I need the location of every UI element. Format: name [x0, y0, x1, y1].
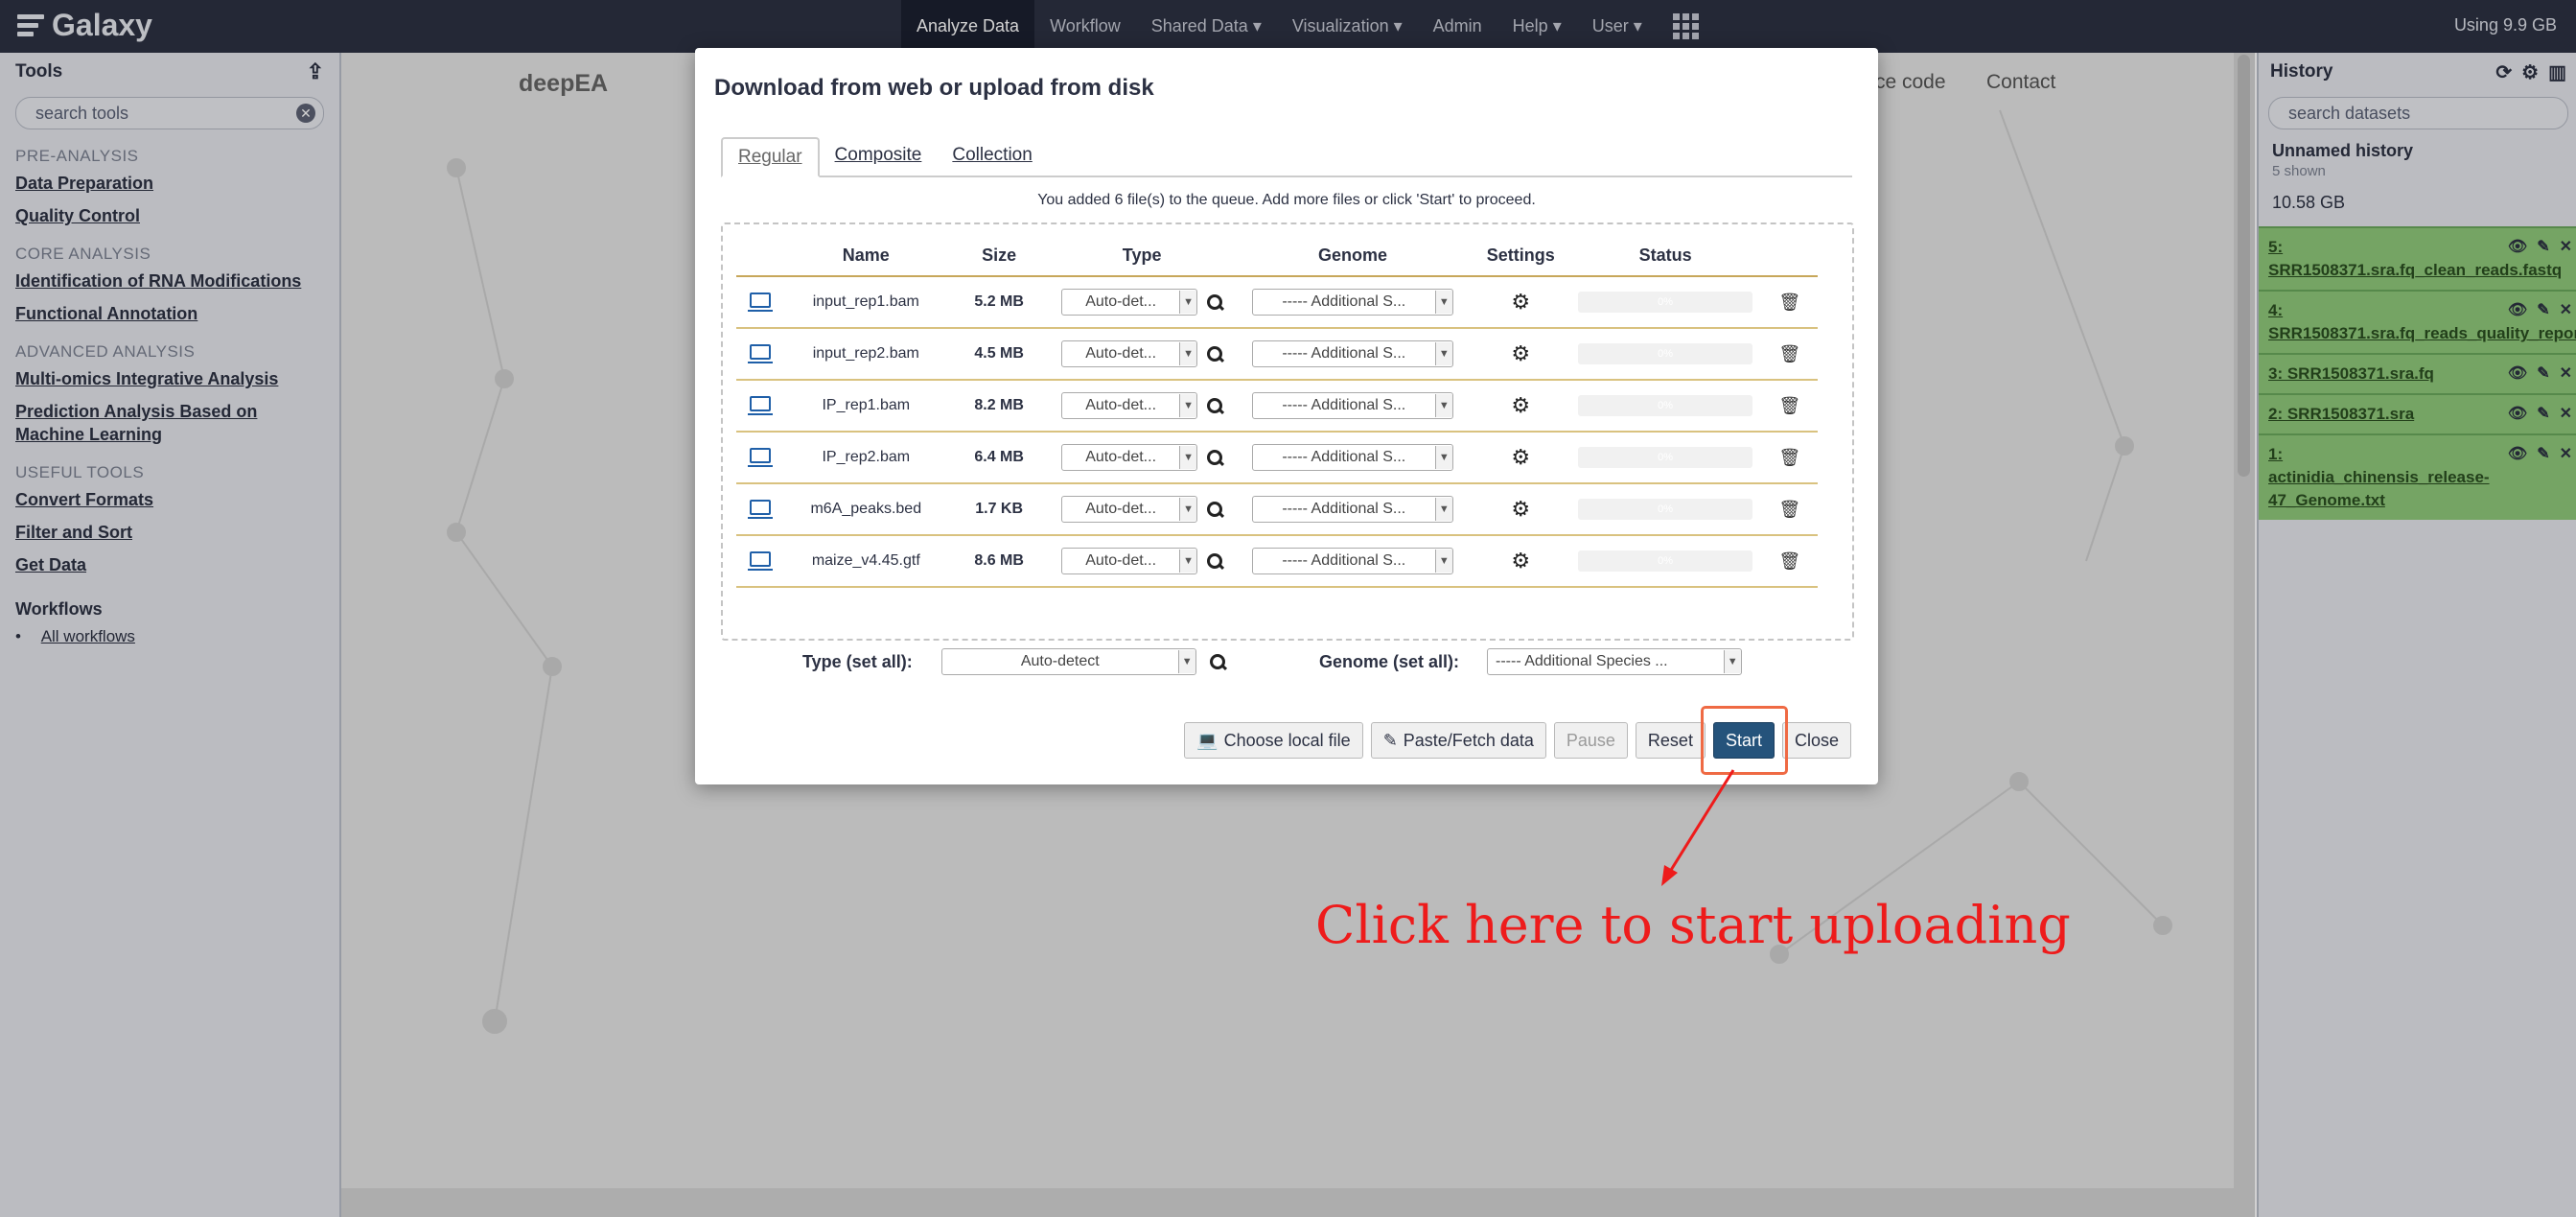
- annotation-arrow: [1661, 769, 1735, 886]
- annotation-text: Click here to start uploading: [1315, 895, 2071, 955]
